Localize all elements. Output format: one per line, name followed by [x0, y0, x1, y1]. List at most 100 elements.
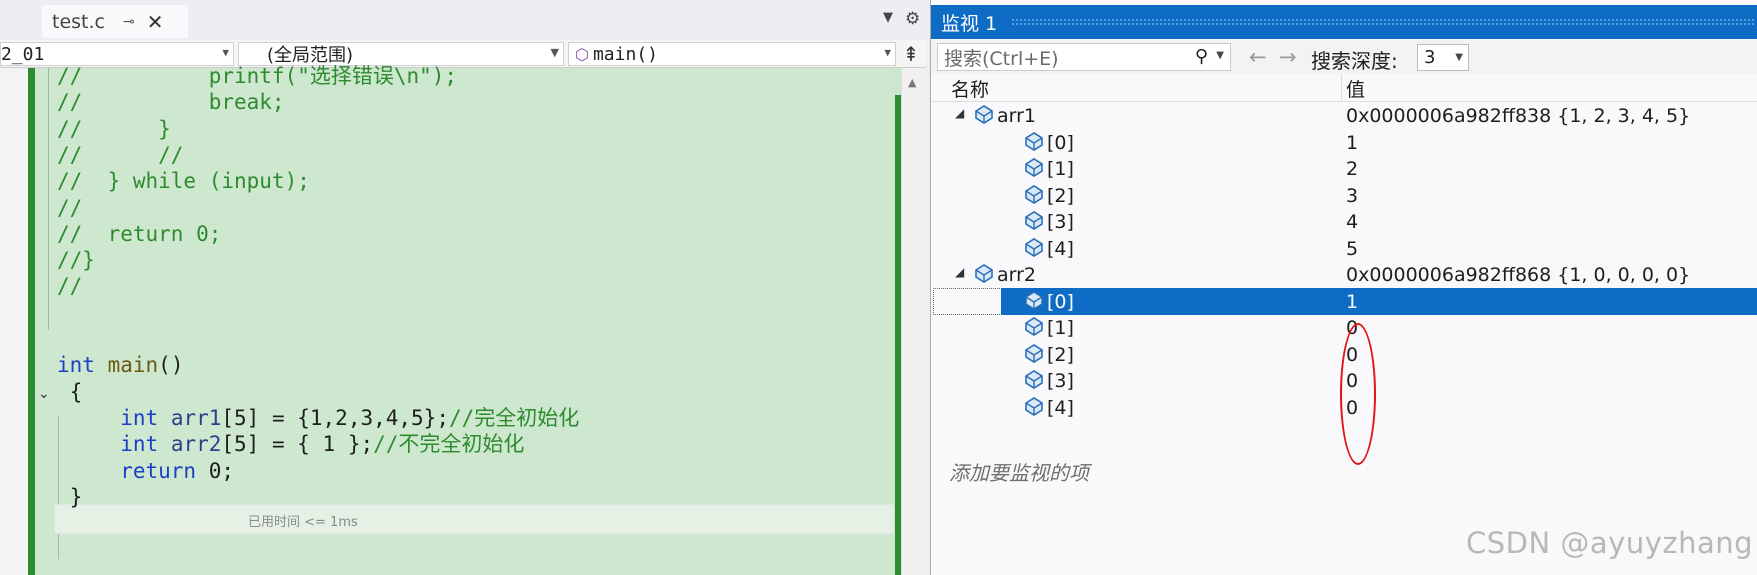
code-token: // } — [57, 116, 171, 141]
search-icon[interactable]: ⚲ — [1195, 46, 1208, 67]
code-token: // — [57, 274, 83, 299]
variable-cube-icon — [1023, 342, 1045, 364]
watch-row-element[interactable]: [3] 4 — [931, 208, 1757, 238]
project-name: 2_01 — [1, 43, 45, 65]
variable-cube-icon — [1023, 130, 1045, 152]
code-token: [5] = {1,2,3,4,5}; — [221, 405, 449, 430]
tab-test-c[interactable]: test.c ⊸ ✕ — [42, 5, 188, 38]
scroll-up-icon[interactable]: ▲ — [908, 76, 916, 89]
variable-cube-icon — [1023, 315, 1045, 337]
column-header-name[interactable]: 名称 — [951, 75, 989, 102]
function-combo[interactable]: ⬡ main() ▼ — [568, 42, 896, 66]
code-token: { — [57, 379, 83, 404]
watch-row-element[interactable]: [2] 3 — [931, 182, 1757, 212]
watch-name: [3] — [1047, 370, 1074, 392]
function-name: main() — [592, 43, 658, 65]
code-token: //} — [57, 248, 95, 273]
code-token: arr1 — [170, 405, 222, 430]
watch-row-element[interactable]: [1] 2 — [931, 155, 1757, 185]
code-line: //} — [57, 246, 95, 275]
watch-row-element[interactable]: [0] 1 — [931, 129, 1757, 159]
current-line-highlight — [54, 504, 894, 534]
search-depth-value: 3 — [1424, 47, 1436, 68]
code-line: // } — [57, 115, 171, 144]
code-line: int arr2[5] = { 1 };//不完全初始化 — [57, 430, 524, 459]
code-token: //不完全初始化 — [373, 432, 525, 457]
gear-icon[interactable]: ⚙ — [905, 9, 920, 29]
close-icon[interactable]: ✕ — [147, 10, 164, 34]
watch-value: 4 — [1346, 211, 1359, 233]
watch-name: arr2 — [997, 264, 1037, 286]
collapse-triangle-icon[interactable]: ◢ — [955, 106, 964, 120]
code-token: arr2 — [170, 432, 222, 457]
chevron-down-icon: ▼ — [550, 46, 559, 59]
code-editor[interactable]: // printf("选择错误\n");// break;// }// ////… — [0, 64, 926, 575]
watch-name: [1] — [1047, 158, 1074, 180]
code-token: // printf("选择错误\n"); — [57, 64, 458, 88]
chevron-down-icon[interactable]: ▼ — [1216, 50, 1224, 61]
code-token: // break; — [57, 90, 285, 115]
editor-scrollbar[interactable]: ▲ — [901, 68, 926, 575]
collapse-triangle-icon[interactable]: ◢ — [955, 265, 964, 279]
code-token: // // — [57, 142, 184, 167]
code-line: return 0; — [57, 457, 234, 486]
code-line: { — [57, 378, 83, 407]
selection-highlight — [1001, 287, 1757, 315]
variable-cube-icon — [973, 103, 995, 125]
watch-value: 1 — [1346, 290, 1359, 313]
watch-value: 1 — [1346, 131, 1359, 154]
function-cube-icon: ⬡ — [575, 44, 589, 64]
add-watch-item[interactable]: 添加要监视的项 — [949, 457, 1089, 486]
variable-cube-icon — [1023, 236, 1045, 258]
watch-row-element[interactable]: [1] 0 — [931, 314, 1757, 344]
code-token: // } while (input); — [57, 169, 310, 194]
code-line: // } while (input); — [57, 167, 310, 196]
red-annotation-ellipse — [1340, 323, 1376, 465]
editor-pane: test.c ⊸ ✕ ▼ ⚙ 2_01 ▼ (全局范围) ▼ ⬡ main() … — [0, 0, 926, 575]
watch-value: 2 — [1346, 158, 1359, 180]
code-line: } — [57, 483, 83, 512]
change-indicator-bar — [28, 68, 35, 575]
split-window-icon[interactable]: ⇞ — [900, 42, 922, 66]
watch-window: 监视 1 搜索(Ctrl+E) ⚲ ▼ ← → 搜索深度: 3 ▼ 名称 值 ◢… — [930, 0, 1757, 575]
column-resize-handle[interactable] — [1341, 74, 1342, 102]
watch-title: 监视 1 — [941, 12, 998, 35]
watch-value: 5 — [1346, 237, 1359, 260]
code-token: //完全初始化 — [448, 405, 580, 430]
tab-title: test.c — [52, 10, 105, 33]
watch-row-element[interactable]: [0] 1 — [931, 287, 1757, 318]
back-arrow-icon[interactable]: ← — [1249, 45, 1267, 69]
code-line: // — [57, 194, 82, 223]
code-token: [5] = { 1 }; — [221, 432, 374, 457]
watch-row-variable[interactable]: ◢ arr2 0x0000006a982ff868 {1, 0, 0, 0, 0} — [931, 261, 1757, 291]
watermark: CSDN @ayuyzhang — [1466, 526, 1754, 560]
watch-value: 0x0000006a982ff838 {1, 2, 3, 4, 5} — [1346, 105, 1691, 127]
watch-title-bar[interactable]: 监视 1 — [931, 5, 1757, 39]
search-depth-select[interactable]: 3 ▼ — [1417, 44, 1469, 71]
code-token: // — [57, 195, 83, 220]
pin-icon[interactable]: ⊸ — [123, 14, 135, 30]
code-line: // return 0; — [57, 220, 221, 249]
gutter — [0, 68, 28, 575]
fold-chevron-icon[interactable]: ⌄ — [38, 386, 50, 402]
search-input[interactable]: 搜索(Ctrl+E) ⚲ ▼ — [937, 43, 1231, 71]
column-header-value[interactable]: 值 — [1346, 75, 1365, 102]
watch-value: 0x0000006a982ff868 {1, 0, 0, 0, 0} — [1346, 264, 1691, 286]
code-token: 0; — [196, 458, 235, 483]
tab-strip: test.c ⊸ ✕ ▼ ⚙ — [0, 0, 926, 40]
code-line: int arr1[5] = {1,2,3,4,5};//完全初始化 — [57, 404, 579, 433]
tab-list-dropdown-icon[interactable]: ▼ — [883, 10, 893, 25]
code-line: // // — [57, 141, 183, 170]
watch-row-element[interactable]: [4] 5 — [931, 235, 1757, 265]
watch-value: 3 — [1346, 184, 1359, 207]
code-token: return — [120, 458, 197, 483]
forward-arrow-icon[interactable]: → — [1279, 45, 1297, 69]
drag-grip[interactable] — [1011, 18, 1754, 26]
watch-name: [2] — [1047, 184, 1074, 207]
search-placeholder: 搜索(Ctrl+E) — [944, 47, 1059, 70]
watch-row-variable[interactable]: ◢ arr1 0x0000006a982ff838 {1, 2, 3, 4, 5} — [931, 102, 1757, 132]
